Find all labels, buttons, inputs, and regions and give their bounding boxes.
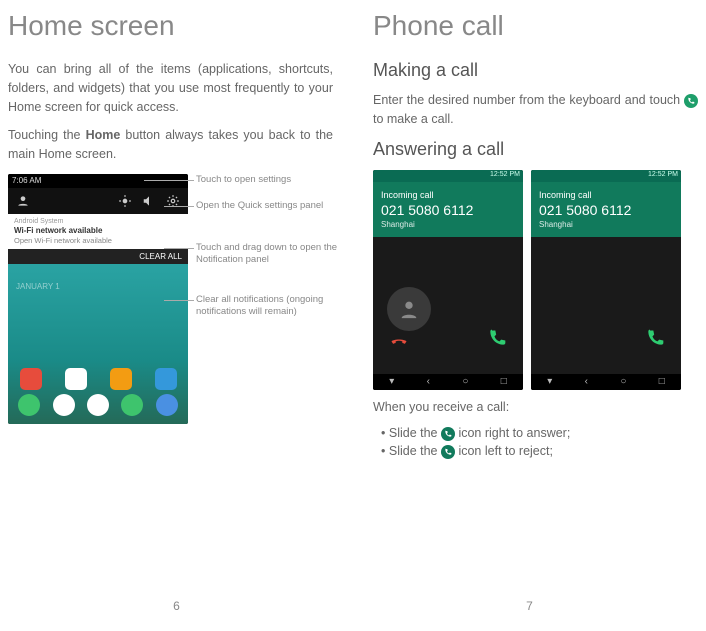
app-icon — [110, 368, 132, 390]
answer-icon — [487, 328, 507, 348]
bullet-answer: Slide the icon right to answer; — [381, 426, 698, 441]
status-bar: 12:52 PM — [531, 170, 681, 182]
brightness-icon — [118, 194, 132, 208]
incoming-call-shot-2: 12:52 PM Incoming call 021 5080 6112 Sha… — [531, 170, 681, 390]
status-bar: 12:52 PM — [373, 170, 523, 182]
intro-paragraph: You can bring all of the items (applicat… — [8, 60, 333, 116]
annotated-screenshot: 7:06 AM Android System Wi-Fi network ava… — [8, 174, 333, 474]
status-bar: 7:06 AM — [8, 174, 188, 188]
browser-app-icon — [156, 394, 178, 416]
quick-settings-row — [8, 188, 188, 214]
reject-icon — [389, 328, 409, 348]
answer-icon — [645, 328, 665, 348]
nav-bar: ▾‹○□ — [373, 374, 523, 390]
annot-settings: Touch to open settings — [196, 174, 291, 186]
phone-frame: 7:06 AM Android System Wi-Fi network ava… — [8, 174, 188, 424]
home-wallpaper: JANUARY 1 — [8, 264, 188, 424]
incoming-call-shot-1: 12:52 PM Incoming call 021 5080 6112 Sha… — [373, 170, 523, 390]
dial-icon — [684, 94, 698, 108]
heading-answering-call: Answering a call — [373, 139, 698, 160]
messages-app-icon — [121, 394, 143, 416]
receive-call-intro: When you receive a call: — [373, 398, 698, 417]
title-home-screen: Home screen — [8, 10, 333, 42]
clear-all-button: CLEAR ALL — [8, 249, 188, 264]
making-call-paragraph: Enter the desired number from the keyboa… — [373, 91, 698, 129]
bullet-reject: Slide the icon left to reject; — [381, 444, 698, 459]
annot-clear-all: Clear all notifications (ongoing notific… — [196, 294, 346, 319]
phone-icon — [441, 445, 455, 459]
app-dock — [8, 390, 188, 420]
contacts-app-icon — [53, 394, 75, 416]
call-screenshots: 12:52 PM Incoming call 021 5080 6112 Sha… — [373, 170, 698, 390]
user-icon — [16, 194, 30, 208]
title-phone-call: Phone call — [373, 10, 698, 42]
call-header: Incoming call 021 5080 6112 Shanghai — [373, 182, 523, 237]
app-icon — [20, 368, 42, 390]
heading-making-call: Making a call — [373, 60, 698, 81]
annot-drag-notification: Touch and drag down to open the Notifica… — [196, 242, 346, 267]
page-number-right: 7 — [353, 599, 706, 613]
app-icon — [65, 368, 87, 390]
phone-app-icon — [18, 394, 40, 416]
answer-reject-bullets: Slide the icon right to answer; Slide th… — [381, 426, 698, 458]
wifi-notification: Android System Wi-Fi network available O… — [8, 214, 188, 249]
apps-drawer-icon — [87, 394, 109, 416]
volume-icon — [142, 194, 156, 208]
home-button-paragraph: Touching the Home button always takes yo… — [8, 126, 333, 164]
app-icon — [155, 368, 177, 390]
annot-quick-panel: Open the Quick settings panel — [196, 200, 323, 212]
call-header: Incoming call 021 5080 6112 Shanghai — [531, 182, 681, 237]
nav-bar: ▾‹○□ — [531, 374, 681, 390]
page-number-left: 6 — [0, 599, 353, 613]
page-right: Phone call Making a call Enter the desir… — [353, 0, 706, 631]
phone-icon — [441, 427, 455, 441]
caller-avatar — [387, 287, 431, 331]
page-left: Home screen You can bring all of the ite… — [0, 0, 353, 631]
